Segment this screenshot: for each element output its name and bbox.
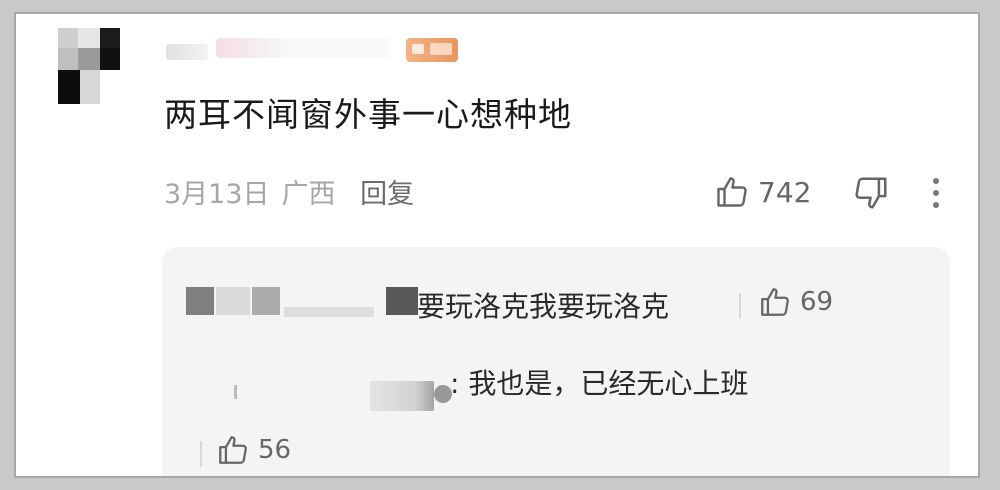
avatar[interactable] bbox=[58, 28, 122, 106]
divider bbox=[200, 441, 202, 467]
reply-2-like-button[interactable]: 56 bbox=[216, 433, 291, 467]
replies-panel: 要玩洛克我要玩洛克 69 : 我也是，已经无心上班 56 bbox=[162, 247, 950, 476]
reply-1-text: 要玩洛克我要玩洛克 bbox=[417, 290, 670, 323]
reply-2-like-count: 56 bbox=[258, 435, 292, 465]
reply-1-like-button[interactable]: 69 bbox=[758, 285, 833, 319]
like-button[interactable]: 742 bbox=[714, 174, 811, 210]
comment-card: 两耳不闻窗外事一心想种地 3月13日 广西 回复 742 要玩洛克我要玩洛克 6… bbox=[14, 12, 980, 478]
like-count: 742 bbox=[758, 175, 812, 209]
reply-2-user-redacted[interactable] bbox=[234, 355, 454, 415]
reply-button[interactable]: 回复 bbox=[360, 179, 414, 210]
thumbs-down-icon[interactable] bbox=[852, 174, 890, 212]
comment-meta: 3月13日 广西 回复 bbox=[164, 172, 414, 211]
username-redacted[interactable] bbox=[166, 36, 396, 66]
reply-1-like-count: 69 bbox=[800, 287, 834, 317]
thumbs-up-icon bbox=[219, 436, 247, 464]
thumbs-up-icon bbox=[717, 177, 747, 207]
divider bbox=[739, 293, 741, 319]
comment-text: 两耳不闻窗外事一心想种地 bbox=[164, 95, 572, 134]
reply-2-text: : 我也是，已经无心上班 bbox=[450, 367, 749, 400]
user-level-badge bbox=[406, 38, 458, 62]
comment-location: 广西 bbox=[281, 179, 336, 210]
more-vertical-icon bbox=[933, 178, 939, 184]
more-options-button[interactable] bbox=[924, 174, 948, 212]
thumbs-up-icon bbox=[761, 288, 789, 316]
comment-date: 3月13日 bbox=[164, 179, 270, 210]
